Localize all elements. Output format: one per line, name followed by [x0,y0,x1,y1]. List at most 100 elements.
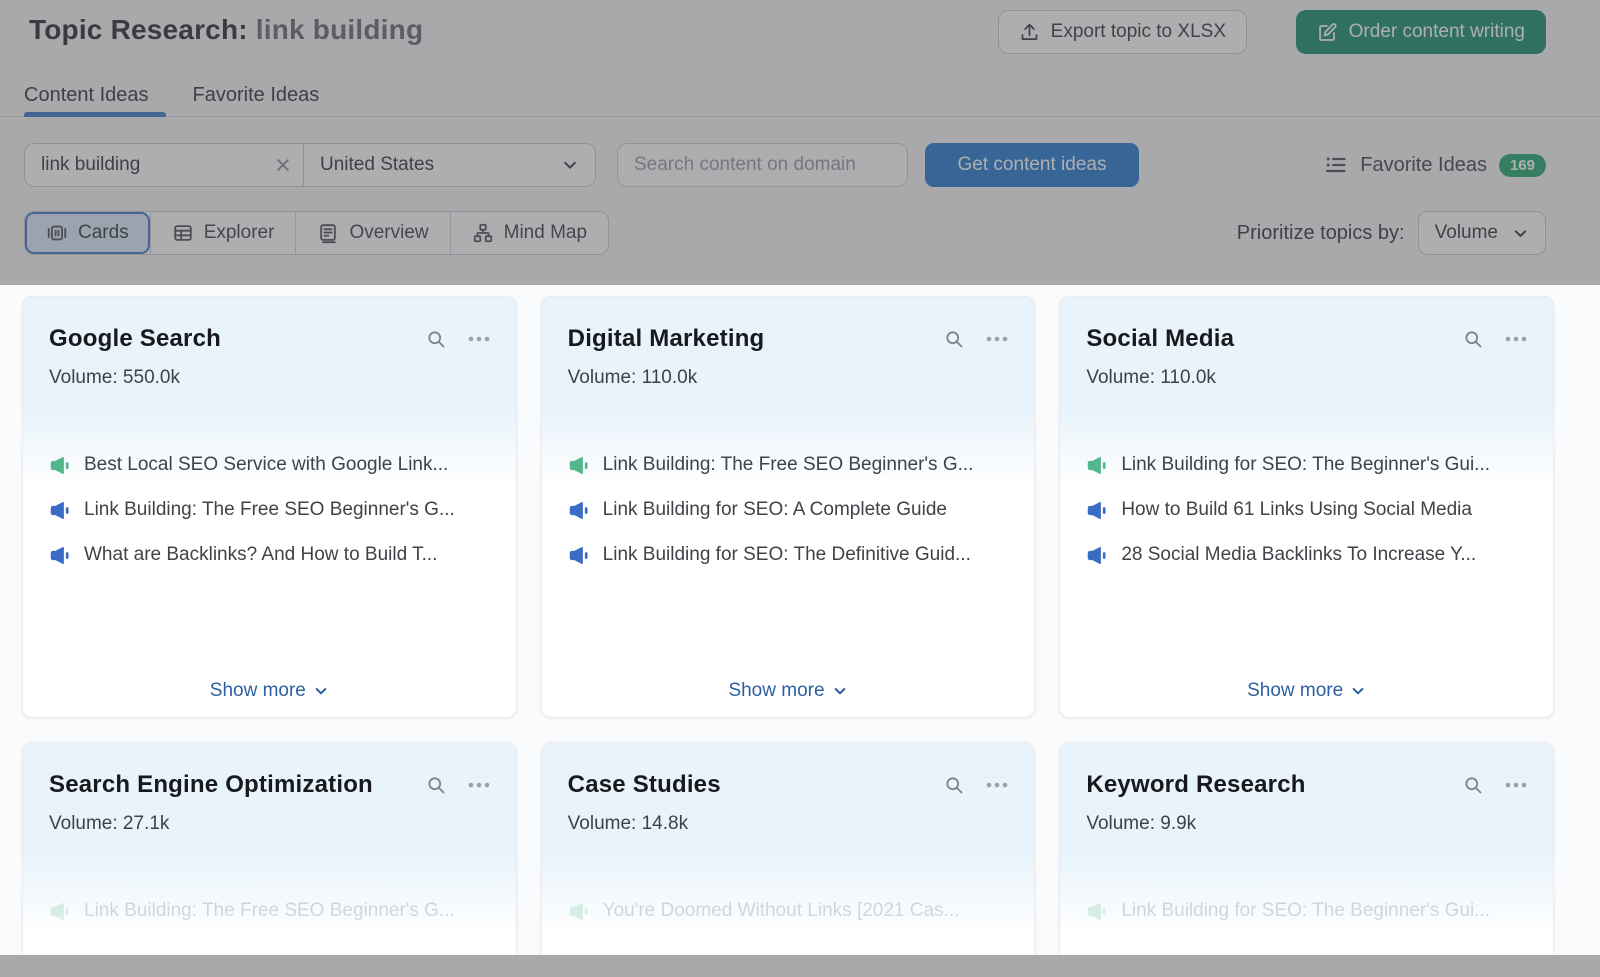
region-select[interactable]: United States [304,154,595,176]
card-search-icon[interactable] [1463,329,1483,349]
show-more-button[interactable]: Show more [542,680,1035,702]
keyword-search-group: United States [24,143,596,187]
show-more-button[interactable]: Show more [23,680,516,702]
show-more-button[interactable]: Show more [1060,680,1553,702]
megaphone-icon [49,500,70,521]
card-headlines: Link Building for SEO: The Beginner's Gu… [1060,899,1553,923]
view-mindmap-button[interactable]: Mind Map [449,212,608,254]
headline-text: Link Building: The Free SEO Beginner's G… [602,454,974,475]
card-title: Google Search [49,325,221,352]
chevron-down-icon [832,683,848,699]
headline-text: Best Local SEO Service with Google Link.… [84,454,449,475]
card-menu-icon[interactable] [984,329,1010,349]
card-search-icon[interactable] [426,329,446,349]
favorite-ideas-label: Favorite Ideas [1360,153,1487,176]
topic-card: Social Media Volume: 110.0k Link Buildin… [1059,296,1554,718]
megaphone-icon [568,545,589,566]
headline-text: You're Doomed Without Links [2021 Cas... [602,900,960,921]
card-header: Social Media Volume: 110.0k [1060,297,1553,389]
headline-text: What are Backlinks? And How to Build T..… [84,544,438,565]
headline-item[interactable]: Link Building: The Free SEO Beginner's G… [49,498,494,522]
headline-item[interactable]: Link Building for SEO: The Definitive Gu… [568,543,1013,567]
report-icon [317,222,339,244]
megaphone-icon [568,455,589,476]
chevron-down-icon [1512,225,1529,242]
card-menu-icon[interactable] [1503,775,1529,795]
headline-item[interactable]: 28 Social Media Backlinks To Increase Y.… [1086,543,1531,567]
domain-search-input[interactable] [617,143,908,187]
card-header: Search Engine Optimization Volume: 27.1k [23,743,516,835]
upload-icon [1019,22,1040,43]
tab-favorite-ideas[interactable]: Favorite Ideas [193,84,320,119]
headline-text: Link Building for SEO: The Beginner's Gu… [1121,900,1491,921]
card-search-icon[interactable] [1463,775,1483,795]
active-tab-underline [24,112,166,117]
card-menu-icon[interactable] [466,775,492,795]
view-explorer-button[interactable]: Explorer [149,212,296,254]
content-ideas-panel: Google Search Volume: 550.0k Best Local … [0,285,1600,955]
cards-icon [46,222,68,244]
card-volume: Volume: 9.9k [1086,813,1197,834]
view-overview-button[interactable]: Overview [295,212,449,254]
cards-grid: Google Search Volume: 550.0k Best Local … [22,296,1554,955]
chevron-down-icon [313,683,329,699]
page-title-text: Topic Research: [29,14,248,45]
tabs-divider [0,116,1600,117]
card-title: Digital Marketing [567,325,765,352]
edit-icon [1317,22,1338,43]
headline-item[interactable]: Link Building for SEO: The Beginner's Gu… [1086,453,1531,477]
card-header: Google Search Volume: 550.0k [23,297,516,389]
topic-card: Google Search Volume: 550.0k Best Local … [22,296,517,718]
topic-card: Digital Marketing Volume: 110.0k Link Bu… [540,296,1036,718]
view-mindmap-label: Mind Map [503,222,588,243]
get-content-ideas-button[interactable]: Get content ideas [925,143,1139,187]
headline-text: Link Building: The Free SEO Beginner's G… [84,900,455,921]
headline-item[interactable]: Best Local SEO Service with Google Link.… [49,453,494,477]
card-menu-icon[interactable] [984,775,1010,795]
headline-item[interactable]: Link Building for SEO: A Complete Guide [568,498,1013,522]
card-search-icon[interactable] [944,775,964,795]
card-headlines: Link Building: The Free SEO Beginner's G… [542,453,1035,567]
card-menu-icon[interactable] [1503,329,1529,349]
headline-item[interactable]: How to Build 61 Links Using Social Media [1086,498,1531,522]
keyword-input[interactable] [25,154,263,176]
card-search-icon[interactable] [426,775,446,795]
view-overview-label: Overview [349,222,429,243]
show-more-label: Show more [728,680,825,701]
order-content-writing-button[interactable]: Order content writing [1295,10,1546,54]
dim-overlay-bottom [0,955,1600,977]
headline-item[interactable]: Link Building: The Free SEO Beginner's G… [49,899,494,923]
headline-text: How to Build 61 Links Using Social Media [1121,499,1472,520]
card-search-icon[interactable] [944,329,964,349]
card-headlines: Best Local SEO Service with Google Link.… [23,453,516,567]
megaphone-icon [1086,545,1107,566]
show-more-label: Show more [1247,680,1344,701]
card-menu-icon[interactable] [466,329,492,349]
prioritize-select[interactable]: Volume [1417,211,1546,255]
megaphone-icon [1086,455,1107,476]
headline-text: Link Building for SEO: The Beginner's Gu… [1121,454,1491,475]
card-title: Keyword Research [1086,771,1306,798]
headline-item[interactable]: Link Building for SEO: The Beginner's Gu… [1086,899,1531,923]
topic-card: Case Studies Volume: 14.8k You're Doomed… [540,742,1036,955]
headline-item[interactable]: You're Doomed Without Links [2021 Cas... [568,899,1013,923]
card-title: Social Media [1086,325,1235,352]
prioritize-controls: Prioritize topics by: Volume [1237,211,1546,255]
headline-item[interactable]: What are Backlinks? And How to Build T..… [49,543,494,567]
view-cards-label: Cards [78,222,129,243]
favorite-ideas-link[interactable]: Favorite Ideas 169 [1324,143,1546,187]
card-headlines: Link Building: The Free SEO Beginner's G… [23,899,516,923]
card-headlines: You're Doomed Without Links [2021 Cas... [542,899,1035,923]
view-cards-button[interactable]: Cards [25,212,150,254]
headline-text: 28 Social Media Backlinks To Increase Y.… [1121,544,1477,565]
export-xlsx-button[interactable]: Export topic to XLSX [997,10,1247,54]
headline-text: Link Building for SEO: A Complete Guide [602,499,947,520]
megaphone-icon [49,455,70,476]
clear-keyword-icon[interactable] [263,156,303,174]
region-select-value: United States [320,154,435,175]
page-title-query: link building [255,14,424,45]
headline-item[interactable]: Link Building: The Free SEO Beginner's G… [568,453,1013,477]
export-button-label: Export topic to XLSX [1050,21,1226,42]
card-volume: Volume: 110.0k [1086,367,1216,388]
card-volume: Volume: 550.0k [49,367,180,388]
